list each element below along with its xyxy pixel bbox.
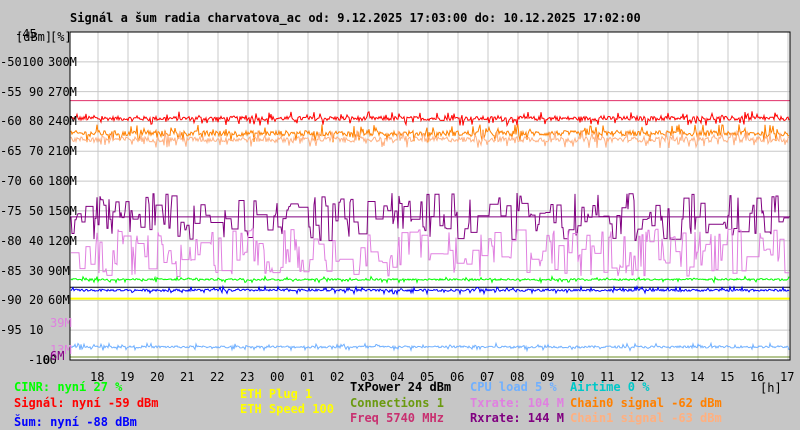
y-tick-dbm: -55 [0, 84, 22, 99]
x-tick-label: 22 [210, 370, 225, 384]
y-tick-pct: 60 [29, 174, 44, 189]
x-tick-label: 04 [390, 370, 405, 384]
legend-txrate: Txrate: 104 M [470, 396, 564, 410]
x-tick-label: 11 [600, 370, 615, 384]
x-tick-label: 03 [360, 370, 375, 384]
legend-freq: Freq 5740 MHz [350, 411, 444, 425]
x-tick-label: 15 [720, 370, 735, 384]
y-tick-pct: 30 [29, 263, 44, 278]
y-tick-pct: 20 [29, 293, 44, 308]
y-tick-rate-extra: 39M [50, 316, 72, 330]
x-tick-label: 07 [480, 370, 495, 384]
chart-panel: Signál a šum radia charvatova_ac od: 9.1… [0, 0, 800, 430]
x-tick-label: 13 [660, 370, 675, 384]
y-tick-pct: 80 [29, 114, 44, 129]
y-tick-rate: 240M [48, 114, 77, 129]
legend-chain0: Chain0 signal -62 dBm [570, 396, 722, 410]
plot-background [69, 31, 791, 361]
x-tick-label: 12 [630, 370, 645, 384]
legend-eth-plug: ETH Plug 1 [240, 387, 313, 401]
x-tick-label: 17 [780, 370, 795, 384]
y-tick-pct: 40 [29, 233, 44, 248]
x-tick-label: 18 [90, 370, 105, 384]
y-tick-dbm: -70 [0, 174, 22, 189]
y-tick-rate: 270M [48, 84, 77, 99]
y-tick-dbm: -60 [0, 114, 22, 129]
y-tick-dbm: -85 [0, 263, 22, 278]
x-tick-label: 00 [270, 370, 285, 384]
legend-rxrate: Rxrate: 144 M [470, 411, 564, 425]
y-tick-dbm: -45 [15, 27, 37, 41]
x-tick-label: 01 [300, 370, 315, 384]
x-tick-label: 08 [510, 370, 525, 384]
x-tick-label: 20 [150, 370, 165, 384]
y-tick-rate: 210M [48, 144, 77, 159]
y-tick-dbm: -50 [0, 54, 22, 69]
x-tick-label: 06 [450, 370, 465, 384]
legend-noise: Šum: nyní -88 dBm [14, 415, 137, 429]
y-tick-pct: 70 [29, 144, 44, 159]
legend-connections: Connections 1 [350, 396, 444, 410]
x-tick-label: 05 [420, 370, 435, 384]
plot-area [69, 31, 791, 361]
y-tick-dbm: -95 [0, 323, 22, 338]
x-tick-label: 21 [180, 370, 195, 384]
x-tick-label: 23 [240, 370, 255, 384]
x-tick-label: 16 [750, 370, 765, 384]
x-tick-label: 09 [540, 370, 555, 384]
x-tick-label: 14 [690, 370, 705, 384]
legend-eth-speed: ETH Speed 100 [240, 402, 334, 416]
y-tick-rate: 90M [48, 263, 70, 278]
y-tick-rate: 180M [48, 174, 77, 189]
y-tick-pct: 100 [22, 54, 44, 69]
y-tick-dbm: -80 [0, 233, 22, 248]
x-tick-label: 02 [330, 370, 345, 384]
y-tick-pct: 10 [29, 323, 44, 338]
y-tick-rate: 300M [48, 54, 77, 69]
legend-signal: Signál: nyní -59 dBm [14, 396, 159, 410]
x-tick-label: 10 [570, 370, 585, 384]
y-tick-rate-extra: 6M [50, 349, 65, 363]
x-tick-label: 19 [120, 370, 135, 384]
y-tick-dbm: -90 [0, 293, 22, 308]
legend-chain1: Chain1 signal -63 dBm [570, 411, 722, 425]
y-tick-pct: 90 [29, 84, 44, 99]
y-tick-pct: 50 [29, 203, 44, 218]
y-tick-dbm: -65 [0, 144, 22, 159]
y-tick-rate: 120M [48, 233, 77, 248]
y-tick-dbm: -75 [0, 203, 22, 218]
y-tick-rate: 150M [48, 203, 77, 218]
y-tick-rate: 60M [48, 293, 70, 308]
legend-cinr: CINR: nyní 27 % [14, 380, 123, 394]
